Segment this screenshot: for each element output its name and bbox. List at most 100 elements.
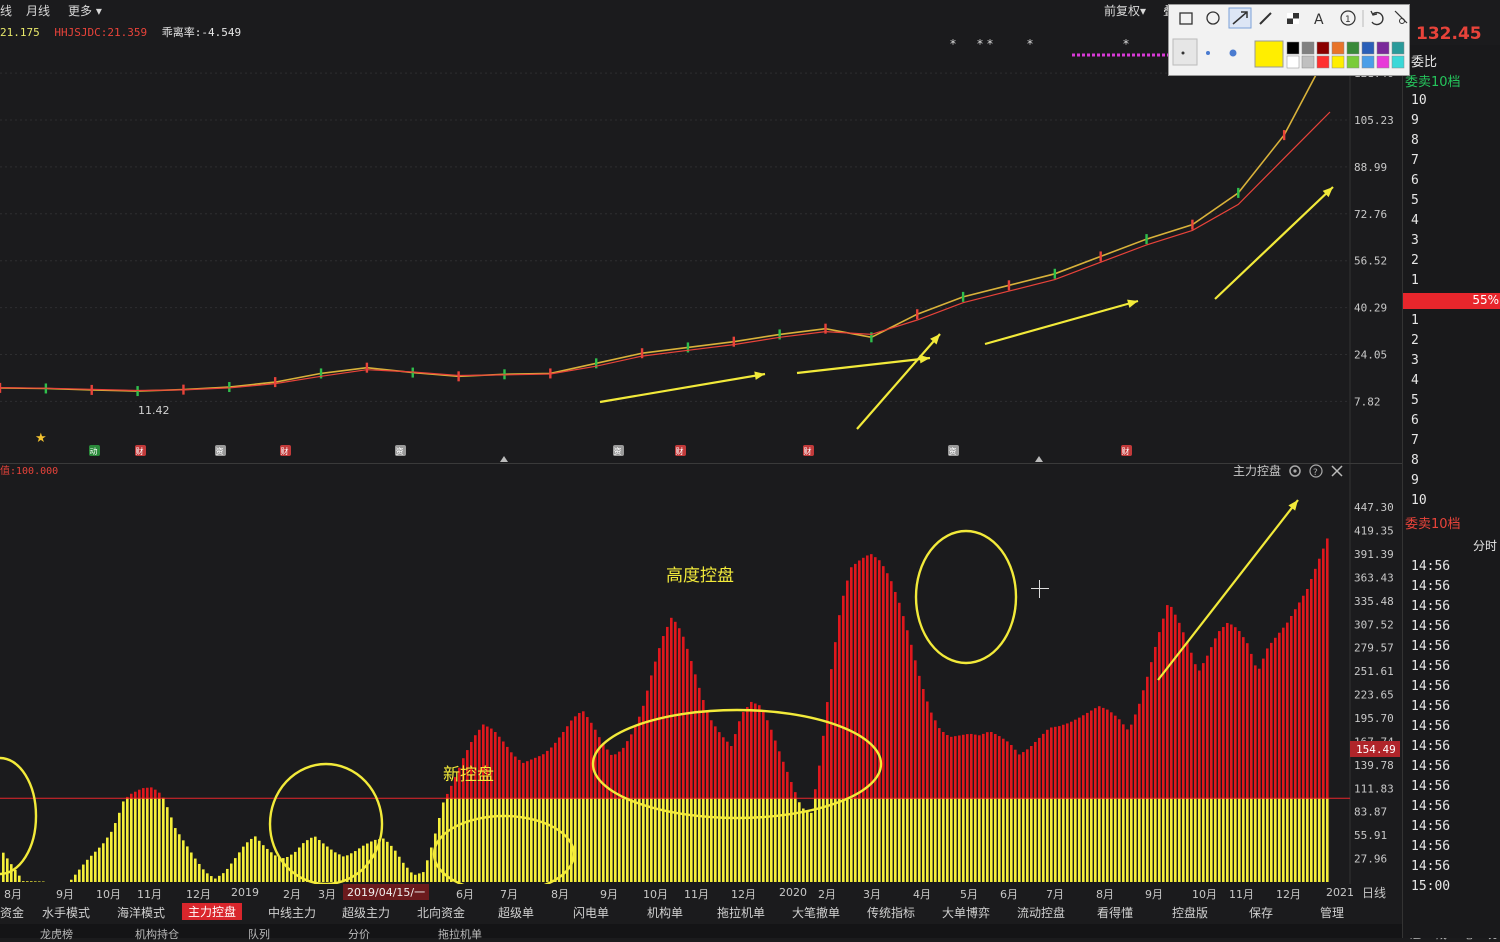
tab-16[interactable]: 控盘版 (1172, 904, 1208, 921)
event-badge[interactable]: 财 (280, 445, 291, 456)
price-chart[interactable]: *****★ 121.46105.2388.9972.7656.5240.292… (0, 24, 1402, 464)
svg-text:资: 资 (396, 446, 404, 456)
tab-8[interactable]: 闪电单 (573, 904, 609, 921)
tab-17[interactable]: 保存 (1249, 904, 1273, 921)
bottom-tab-0[interactable]: 龙虎榜 (40, 926, 73, 942)
tab-6[interactable]: 北向资金 (417, 904, 465, 921)
settings-icon[interactable] (1290, 466, 1300, 476)
event-badge[interactable]: 财 (675, 445, 686, 456)
color-swatch[interactable] (1302, 42, 1314, 54)
color-swatch[interactable] (1377, 42, 1389, 54)
menu-item-adjust[interactable]: 前复权▾ (1104, 2, 1146, 19)
event-badge[interactable]: 财 (135, 445, 146, 456)
color-swatch[interactable] (1392, 56, 1404, 68)
control-bar (162, 798, 165, 882)
tick-time: 14:56 (1411, 859, 1450, 874)
circle-tool-icon[interactable] (1207, 12, 1219, 24)
control-bar (670, 798, 673, 882)
color-swatch[interactable] (1287, 56, 1299, 68)
event-badge[interactable]: 资 (948, 445, 959, 456)
bottom-tab-2[interactable]: 队列 (248, 926, 270, 942)
control-bar (1114, 798, 1117, 882)
control-bar (386, 842, 389, 882)
size-large-icon[interactable] (1230, 50, 1237, 57)
tab-11[interactable]: 大笔撤单 (792, 904, 840, 921)
tab-9[interactable]: 机构单 (647, 904, 683, 921)
x-tick-label: 4月 (913, 886, 931, 902)
color-swatch[interactable] (1377, 56, 1389, 68)
control-bar (650, 798, 653, 882)
rectangle-tool-icon[interactable] (1180, 13, 1192, 24)
tab-10[interactable]: 拖拉机单 (717, 904, 765, 921)
tab-1[interactable]: 水手模式 (42, 904, 90, 921)
event-badge[interactable]: 资 (613, 445, 624, 456)
main-control-chart[interactable]: 447.30419.35391.39363.43335.48307.52279.… (0, 464, 1402, 884)
control-bar (618, 798, 621, 882)
control-bar-high (550, 747, 553, 798)
color-swatch[interactable] (1392, 42, 1404, 54)
size-medium-icon[interactable] (1206, 51, 1210, 55)
color-swatch[interactable] (1317, 56, 1329, 68)
bottom-tab-1[interactable]: 机构持仓 (135, 926, 179, 942)
control-bar (878, 798, 881, 882)
tab-4[interactable]: 中线主力 (268, 904, 316, 921)
cut-icon[interactable] (1395, 11, 1407, 24)
highlight-circle (916, 531, 1016, 663)
color-swatch[interactable] (1302, 56, 1314, 68)
pen-tool-icon[interactable] (1260, 13, 1271, 24)
tab-7[interactable]: 超级单 (498, 904, 534, 921)
drawing-toolbox[interactable]: A 1 (1168, 4, 1410, 76)
y-tick-label: 335.48 (1354, 595, 1394, 608)
number-tool-icon[interactable]: 1 (1341, 11, 1355, 25)
event-badge[interactable]: 资 (395, 445, 406, 456)
control-bar-high (1186, 642, 1189, 798)
control-bar-high (638, 717, 641, 799)
text-tool-icon[interactable]: A (1314, 12, 1324, 28)
color-swatch[interactable] (1362, 56, 1374, 68)
color-swatch[interactable] (1362, 42, 1374, 54)
tab-2[interactable]: 海洋模式 (117, 904, 165, 921)
y-tick-label: 111.83 (1354, 782, 1394, 795)
event-badge[interactable]: 财 (1121, 445, 1132, 456)
close-icon[interactable] (1332, 466, 1342, 476)
tab-0[interactable]: 资金 (0, 904, 24, 921)
svg-text:A: A (1314, 12, 1324, 28)
tab-5[interactable]: 超级主力 (342, 904, 390, 921)
period-label[interactable]: 日线 (1362, 884, 1386, 901)
undo-icon[interactable] (1371, 11, 1383, 25)
menu-item-line[interactable]: 线 (0, 2, 12, 19)
control-bar (978, 798, 981, 882)
control-bar (150, 798, 153, 882)
menu-item-monthly[interactable]: 月线 (26, 2, 50, 19)
size-small-icon[interactable] (1182, 52, 1185, 55)
tab-12[interactable]: 传统指标 (867, 904, 915, 921)
sell-level: 5 (1411, 193, 1419, 208)
color-swatch[interactable] (1347, 42, 1359, 54)
color-swatch[interactable] (1332, 56, 1344, 68)
color-swatch[interactable] (1332, 42, 1344, 54)
color-swatch[interactable] (1317, 42, 1329, 54)
tab-14[interactable]: 流动控盘 (1017, 904, 1065, 921)
arrow-tool-icon[interactable] (1229, 8, 1251, 28)
menu-item-more[interactable]: 更多 ▾ (68, 2, 102, 19)
tab-18[interactable]: 管理 (1320, 904, 1344, 921)
control-bar (934, 798, 937, 882)
control-bar (18, 876, 21, 882)
time-header[interactable]: 分时 (1473, 537, 1497, 554)
event-badge[interactable]: 财 (803, 445, 814, 456)
color-swatch[interactable] (1347, 56, 1359, 68)
mosaic-tool-icon[interactable] (1287, 13, 1299, 24)
current-color-swatch[interactable] (1255, 41, 1283, 67)
tab-13[interactable]: 大单博弈 (942, 904, 990, 921)
event-badge[interactable]: 资 (215, 445, 226, 456)
bottom-tab-4[interactable]: 拖拉机单 (438, 926, 482, 942)
control-bar (482, 798, 485, 882)
bottom-tab-3[interactable]: 分价 (348, 926, 370, 942)
tab-15[interactable]: 看得懂 (1097, 904, 1133, 921)
trend-arrow (1215, 187, 1333, 299)
help-icon[interactable]: ? (1310, 465, 1322, 478)
tab-3[interactable]: 主力控盘 (182, 903, 242, 920)
event-badge[interactable]: 动 (89, 445, 100, 456)
color-swatch[interactable] (1287, 42, 1299, 54)
candle (1099, 251, 1101, 261)
